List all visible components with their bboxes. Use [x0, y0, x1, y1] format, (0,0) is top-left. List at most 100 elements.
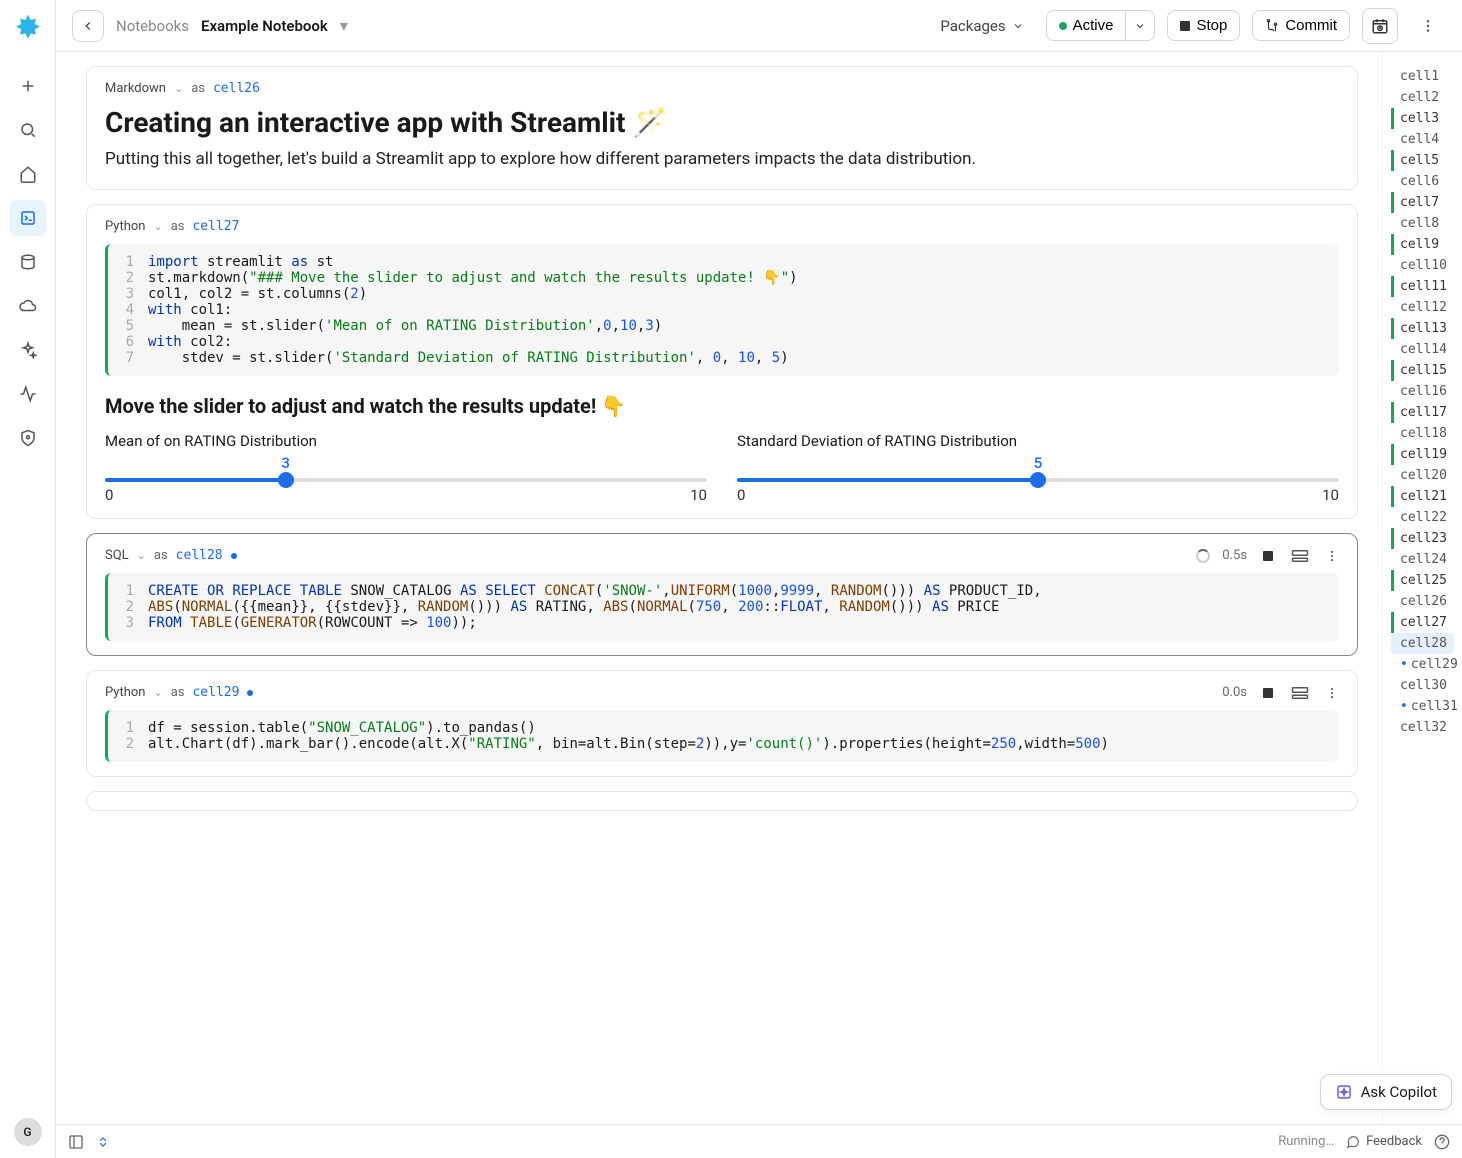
schedule-button[interactable]: [1362, 8, 1398, 44]
avatar-initial: G: [23, 1125, 31, 1139]
cell-kind[interactable]: SQL: [105, 548, 129, 563]
packages-button[interactable]: Packages: [930, 11, 1033, 41]
nav-item-cell17[interactable]: cell17: [1391, 402, 1454, 423]
chevron-down-icon[interactable]: ⌄: [153, 220, 162, 233]
nav-item-cell12[interactable]: cell12: [1391, 297, 1454, 318]
ask-copilot-button[interactable]: Ask Copilot: [1320, 1074, 1452, 1110]
code-block[interactable]: 1CREATE OR REPLACE TABLE SNOW_CATALOG AS…: [105, 573, 1339, 641]
cell-name[interactable]: cell27: [192, 219, 239, 234]
nav-item-cell22[interactable]: cell22: [1391, 507, 1454, 528]
markdown-heading: Creating an interactive app with Streaml…: [105, 106, 1339, 139]
cell-name[interactable]: cell28: [176, 548, 223, 563]
database-icon[interactable]: [10, 244, 46, 280]
cloud-icon[interactable]: [10, 288, 46, 324]
nav-item-cell13[interactable]: cell13: [1391, 318, 1454, 339]
cell-placeholder[interactable]: [86, 791, 1358, 811]
cell-python[interactable]: Python ⌄ as cell29 0.0s 1df = session.ta…: [86, 670, 1358, 777]
slider-track[interactable]: [105, 478, 707, 482]
nav-item-cell27[interactable]: cell27: [1391, 612, 1454, 633]
nav-item-cell2[interactable]: cell2: [1391, 87, 1454, 108]
more-button[interactable]: [1410, 8, 1446, 44]
nav-item-cell28[interactable]: cell28: [1391, 633, 1454, 654]
code-block[interactable]: 1import streamlit as st 2st.markdown("##…: [105, 244, 1339, 376]
feedback-button[interactable]: Feedback: [1346, 1134, 1422, 1149]
cell-name[interactable]: cell26: [213, 81, 260, 96]
slider-mean: Mean of on RATING Distribution 3 010: [105, 432, 707, 504]
cell-stop-button[interactable]: [1263, 551, 1273, 561]
nav-item-cell6[interactable]: cell6: [1391, 171, 1454, 192]
sparkle-icon[interactable]: [10, 332, 46, 368]
nav-item-cell26[interactable]: cell26: [1391, 591, 1454, 612]
slider-thumb[interactable]: [1030, 472, 1046, 488]
notebooks-icon[interactable]: [10, 200, 46, 236]
avatar[interactable]: G: [14, 1118, 42, 1146]
slider-thumb[interactable]: [278, 472, 294, 488]
cell-output-toggle[interactable]: [1291, 686, 1309, 700]
chevron-down-icon[interactable]: ⌄: [174, 82, 183, 95]
panel-toggle-icon[interactable]: [68, 1134, 84, 1150]
cell-sql[interactable]: SQL ⌄ as cell28 0.5s 1CREATE OR REPLACE: [86, 533, 1358, 656]
nav-item-cell30[interactable]: cell30: [1391, 675, 1454, 696]
nav-item-cell16[interactable]: cell16: [1391, 381, 1454, 402]
nav-item-cell24[interactable]: cell24: [1391, 549, 1454, 570]
nav-item-cell9[interactable]: cell9: [1391, 234, 1454, 255]
cell-more-button[interactable]: [1325, 686, 1339, 700]
nav-item-cell32[interactable]: cell32: [1391, 717, 1454, 738]
cell-markdown[interactable]: Markdown ⌄ as cell26 Creating an interac…: [86, 66, 1358, 190]
cell-name[interactable]: cell29: [192, 685, 239, 700]
cell-as: as: [154, 548, 168, 563]
code-block[interactable]: 1df = session.table("SNOW_CATALOG").to_p…: [105, 710, 1339, 762]
commit-button[interactable]: Commit: [1252, 10, 1350, 41]
notebook-title[interactable]: Example Notebook: [201, 17, 328, 35]
nav-item-cell15[interactable]: cell15: [1391, 360, 1454, 381]
slider-label: Mean of on RATING Distribution: [105, 432, 707, 450]
back-button[interactable]: [72, 10, 104, 42]
add-icon[interactable]: [10, 68, 46, 104]
slider-track[interactable]: [737, 478, 1339, 482]
nav-item-cell31[interactable]: cell31: [1391, 696, 1454, 717]
stop-button[interactable]: Stop: [1167, 10, 1240, 41]
nav-item-cell4[interactable]: cell4: [1391, 129, 1454, 150]
nav-item-cell21[interactable]: cell21: [1391, 486, 1454, 507]
help-icon[interactable]: [1434, 1134, 1450, 1150]
nav-item-cell18[interactable]: cell18: [1391, 423, 1454, 444]
slider-min: 0: [105, 486, 113, 504]
cell-output-toggle[interactable]: [1291, 549, 1309, 563]
nav-item-cell25[interactable]: cell25: [1391, 570, 1454, 591]
nav-item-cell1[interactable]: cell1: [1391, 66, 1454, 87]
cell-as: as: [171, 219, 185, 234]
cell-kind[interactable]: Python: [105, 685, 145, 700]
cell-more-button[interactable]: [1325, 549, 1339, 563]
nav-item-cell23[interactable]: cell23: [1391, 528, 1454, 549]
nav-item-cell20[interactable]: cell20: [1391, 465, 1454, 486]
chevron-down-icon[interactable]: ⌄: [153, 686, 162, 699]
chevron-down-icon[interactable]: ⌄: [137, 549, 146, 562]
activity-icon[interactable]: [10, 376, 46, 412]
shield-icon[interactable]: [10, 420, 46, 456]
cells-area: Markdown ⌄ as cell26 Creating an interac…: [56, 52, 1382, 1124]
active-dropdown-button[interactable]: [1126, 10, 1155, 41]
collapse-icon[interactable]: [96, 1135, 110, 1149]
cell-kind[interactable]: Markdown: [105, 81, 166, 96]
nav-item-cell10[interactable]: cell10: [1391, 255, 1454, 276]
chevron-down-icon[interactable]: ▾: [340, 16, 348, 35]
status-dot-icon: [1059, 22, 1067, 30]
nav-item-cell14[interactable]: cell14: [1391, 339, 1454, 360]
nav-item-cell8[interactable]: cell8: [1391, 213, 1454, 234]
nav-item-cell11[interactable]: cell11: [1391, 276, 1454, 297]
nav-item-cell7[interactable]: cell7: [1391, 192, 1454, 213]
search-icon[interactable]: [10, 112, 46, 148]
cell-stop-button[interactable]: [1263, 688, 1273, 698]
cell-python[interactable]: Python ⌄ as cell27 1import streamlit as …: [86, 204, 1358, 519]
nav-item-cell29[interactable]: cell29: [1391, 654, 1454, 675]
cell-timer: 0.5s: [1222, 548, 1247, 563]
home-icon[interactable]: [10, 156, 46, 192]
output-heading: Move the slider to adjust and watch the …: [105, 394, 1339, 418]
active-button[interactable]: Active: [1046, 10, 1127, 41]
nav-item-cell19[interactable]: cell19: [1391, 444, 1454, 465]
breadcrumb-notebooks[interactable]: Notebooks: [116, 17, 189, 35]
nav-item-cell5[interactable]: cell5: [1391, 150, 1454, 171]
cell-kind[interactable]: Python: [105, 219, 145, 234]
nav-item-cell3[interactable]: cell3: [1391, 108, 1454, 129]
topbar: Notebooks Example Notebook ▾ Packages Ac…: [56, 0, 1462, 52]
